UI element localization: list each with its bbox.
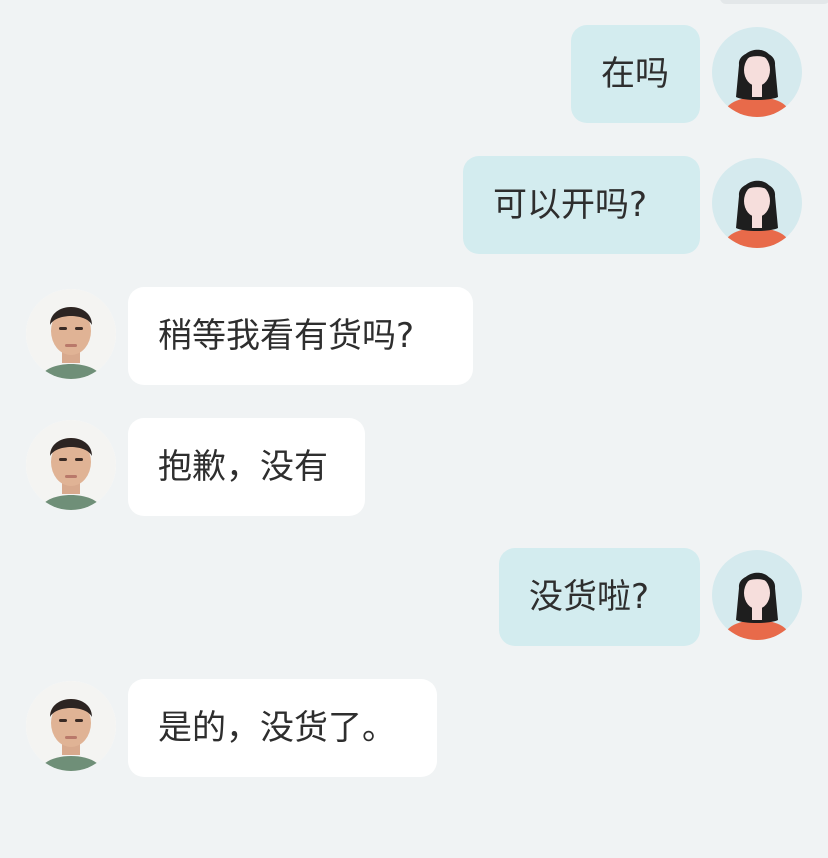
top-edge [720,0,828,4]
man-photo-avatar-icon[interactable] [26,420,116,510]
message-bubble-sent[interactable]: 可以开吗? [463,156,700,254]
woman-avatar-icon[interactable] [712,158,802,248]
message-row-sent: 在吗 [0,25,828,123]
message-bubble-received[interactable]: 稍等我看有货吗? [128,287,473,385]
message-row-received: 稍等我看有货吗? [0,287,828,385]
man-photo-avatar-icon[interactable] [26,681,116,771]
woman-avatar-icon[interactable] [712,550,802,640]
message-row-received: 是的，没货了。 [0,679,828,777]
message-row-sent: 没货啦? [0,548,828,646]
chat-thread[interactable]: 在吗 可以开吗? 稍等我看有货吗? 抱歉，没有 没货啦? 是的，没货了。 [0,0,828,858]
message-bubble-received[interactable]: 抱歉，没有 [128,418,365,516]
message-bubble-received[interactable]: 是的，没货了。 [128,679,437,777]
message-row-sent: 可以开吗? [0,156,828,254]
message-bubble-sent[interactable]: 在吗 [571,25,700,123]
woman-avatar-icon[interactable] [712,27,802,117]
man-photo-avatar-icon[interactable] [26,289,116,379]
message-bubble-sent[interactable]: 没货啦? [499,548,700,646]
message-row-received: 抱歉，没有 [0,418,828,516]
